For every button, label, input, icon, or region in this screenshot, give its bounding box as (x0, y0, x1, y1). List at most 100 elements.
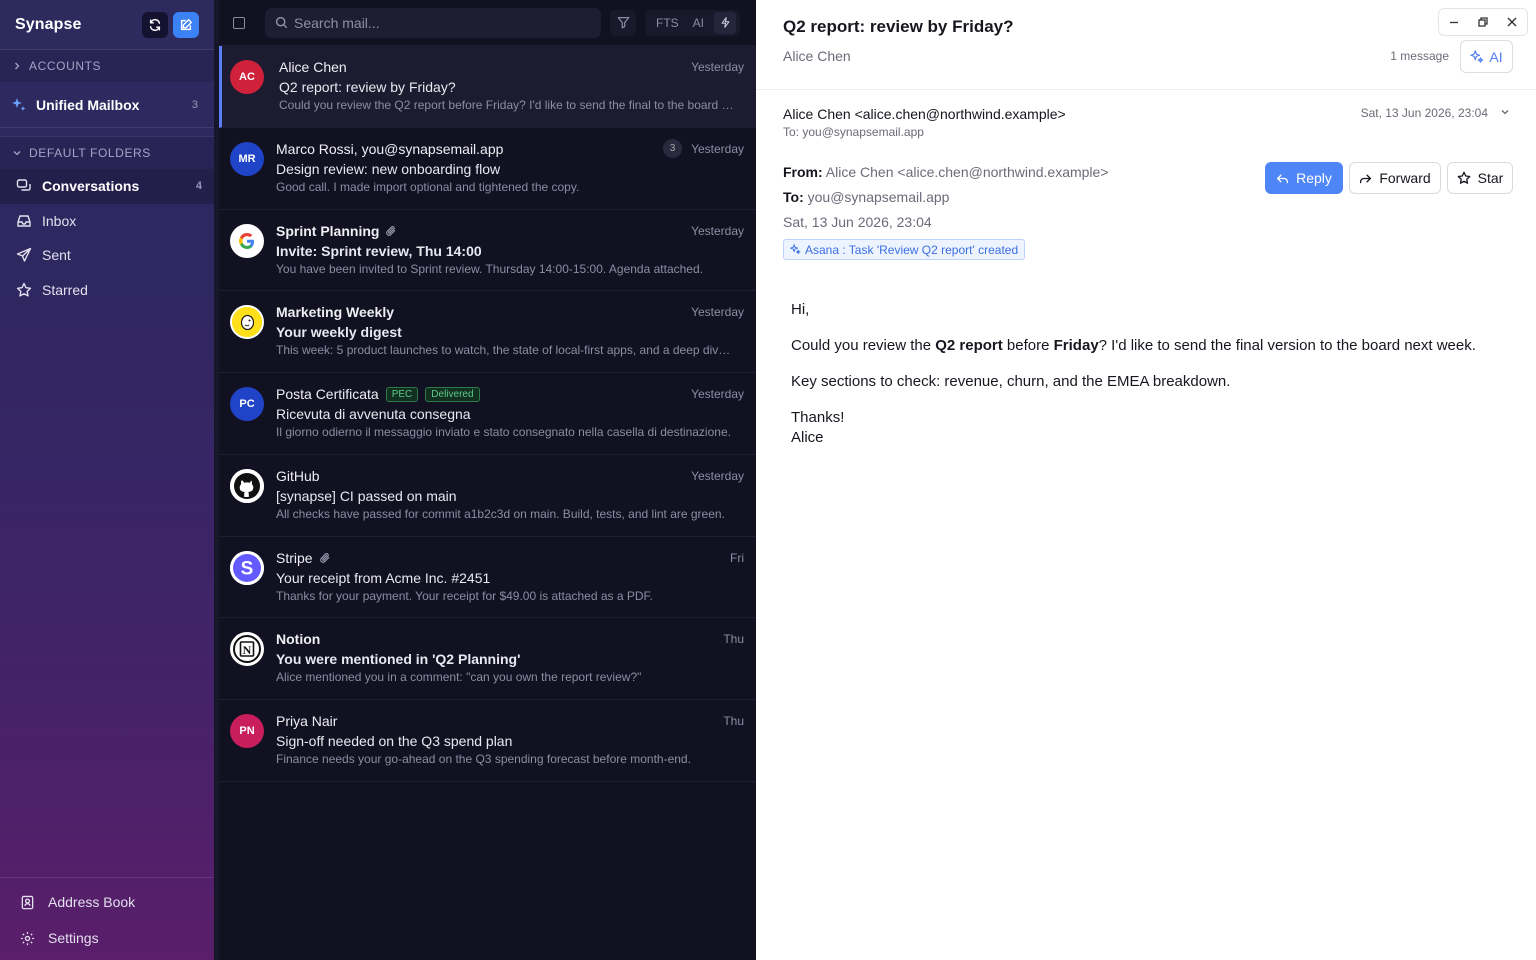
sidebar-header: Synapse (0, 0, 214, 50)
delivered-tag: Delivered (425, 386, 480, 402)
pec-tag: PEC (385, 386, 419, 402)
message-time: Thu (723, 632, 744, 647)
accounts-section-toggle[interactable]: ACCOUNTS (0, 50, 214, 82)
notion-logo-avatar: N (230, 632, 264, 667)
sidebar-item-sent[interactable]: Sent (0, 238, 214, 273)
ai-assist-button[interactable]: AI (1460, 40, 1513, 73)
message-row[interactable]: MR Marco Rossi, you@synapsemail.app 3 Yest… (219, 128, 756, 210)
search-input[interactable]: Search mail... (265, 7, 601, 38)
from-label: From: (783, 164, 823, 180)
message-subject: [synapse] CI passed on main (276, 487, 457, 504)
compose-button[interactable] (173, 11, 199, 38)
accounts-label: ACCOUNTS (29, 59, 102, 73)
reply-label: Reply (1296, 170, 1332, 186)
stripe-logo-letter: S (241, 558, 254, 579)
body-bold: Friday (1053, 337, 1099, 354)
attachment-icon (319, 552, 329, 563)
google-logo-icon (232, 225, 262, 256)
fts-toggle[interactable]: FTS (649, 16, 686, 30)
sidebar-item-address-book[interactable]: Address Book (0, 884, 214, 920)
folder-label: Conversations (42, 178, 140, 195)
message-row[interactable]: PN Priya Nair Thu Sign-off needed on the … (219, 700, 756, 782)
sidebar-item-starred[interactable]: Starred (0, 273, 214, 308)
address-book-label: Address Book (48, 894, 136, 910)
sidebar-item-inbox[interactable]: Inbox (0, 204, 214, 239)
search-placeholder: Search mail... (294, 14, 380, 31)
sidebar-item-conversations[interactable]: Conversations 4 (0, 169, 214, 204)
message-row[interactable]: S Stripe Fri Your receipt from Acme Inc.… (219, 537, 756, 619)
sidebar-bottom: Address Book Settings (0, 877, 214, 960)
message-date: Sat, 13 Jun 2026, 23:04 (1360, 106, 1488, 120)
message-list: Search mail... FTS AI AC Alice Chen Yeste… (219, 0, 756, 960)
stripe-logo-avatar: S (230, 550, 264, 585)
minimize-icon[interactable] (1448, 16, 1460, 28)
meta-from-line: From: Alice Chen <alice.chen@northwind.e… (783, 164, 1109, 180)
send-icon (16, 248, 32, 262)
sidebar-gap (0, 128, 214, 137)
sender-name: Sprint Planning (276, 222, 380, 239)
sparkles-icon (12, 97, 26, 111)
message-time: Yesterday (691, 387, 744, 401)
filter-button[interactable] (610, 9, 636, 36)
message-from: Alice Chen <alice.chen@northwind.example… (783, 106, 1066, 122)
message-row[interactable]: Marketing Weekly Yesterday Your weekly di… (219, 291, 756, 373)
mailchimp-logo-icon (232, 307, 262, 338)
message-preview: Il giorno odierno il messaggio inviato e… (276, 425, 731, 439)
quick-action-button[interactable] (714, 11, 737, 34)
star-icon (1457, 171, 1470, 184)
chevron-right-icon (15, 62, 20, 70)
star-icon (16, 282, 32, 297)
reading-pane: Q2 report: review by Friday? Alice Chen … (756, 0, 1536, 960)
chevron-down-icon[interactable] (1499, 106, 1511, 118)
lightning-icon (721, 17, 730, 28)
sender-name: Stripe (276, 549, 313, 566)
message-row[interactable]: Sprint Planning Yesterday Invite: Sprint… (219, 210, 756, 292)
message-body: Hi, Could you review the Q2 report befor… (791, 300, 1476, 448)
sidebar-item-unified-mailbox[interactable]: Unified Mailbox 3 (0, 82, 214, 128)
header-divider (756, 89, 1536, 90)
search-mode-toggle: FTS AI (645, 9, 741, 36)
body-greeting: Hi, (791, 301, 810, 318)
select-all-checkbox[interactable] (233, 16, 245, 29)
message-time: Yesterday (691, 141, 744, 156)
stripe-logo-icon: S (230, 550, 264, 585)
integration-chip-label: Asana : Task 'Review Q2 report' created (805, 242, 1019, 257)
body-signature: Alice (791, 429, 824, 446)
attachment-icon (386, 225, 396, 236)
avatar: MR (230, 141, 264, 176)
mailchimp-logo-avatar (230, 305, 264, 340)
sender-name: Alice Chen (279, 59, 347, 75)
message-subject: Your receipt from Acme Inc. #2451 (276, 569, 491, 586)
avatar: PN (230, 714, 264, 748)
message-preview: Finance needs your go-ahead on the Q3 sp… (276, 752, 691, 766)
reply-button[interactable]: Reply (1265, 162, 1343, 194)
default-folders-toggle[interactable]: DEFAULT FOLDERS (0, 137, 214, 169)
message-row[interactable]: AC Alice Chen Yesterday Q2 report: review… (219, 46, 756, 128)
message-subject: Ricevuta di avvenuta consegna (276, 406, 471, 422)
sync-button[interactable] (142, 11, 168, 38)
reply-icon (1277, 174, 1289, 183)
integration-chip[interactable]: Asana : Task 'Review Q2 report' created (783, 239, 1026, 260)
message-subject: Sign-off needed on the Q3 spend plan (276, 733, 513, 749)
message-preview: This week: 5 product launches to watch, … (276, 343, 731, 358)
message-preview: Good call. I made import optional and ti… (276, 179, 580, 194)
forward-label: Forward (1379, 170, 1431, 186)
close-icon[interactable] (1506, 16, 1518, 28)
message-time: Yesterday (691, 468, 744, 483)
message-row[interactable]: GitHub Yesterday [synapse] CI passed on m… (219, 455, 756, 537)
forward-button[interactable]: Forward (1349, 162, 1441, 194)
avatar: PC (230, 387, 264, 421)
sender-name: Posta Certificata (276, 386, 379, 402)
message-row[interactable]: N Notion Thu You were mentioned in 'Q2 Pl… (219, 618, 756, 700)
restore-icon[interactable] (1477, 16, 1489, 28)
message-time: Yesterday (691, 305, 744, 320)
message-time: Yesterday (691, 223, 744, 238)
message-row[interactable]: PC Posta Certificata PEC Delivered Yeste… (219, 373, 756, 455)
message-subject: Q2 report: review by Friday? (279, 79, 456, 95)
avatar: AC (230, 60, 264, 94)
ai-search-toggle[interactable]: AI (686, 16, 711, 30)
star-button[interactable]: Star (1447, 162, 1513, 194)
sender-name: Marketing Weekly (276, 304, 395, 321)
sidebar-item-settings[interactable]: Settings (0, 920, 214, 956)
conversations-icon (16, 179, 31, 191)
